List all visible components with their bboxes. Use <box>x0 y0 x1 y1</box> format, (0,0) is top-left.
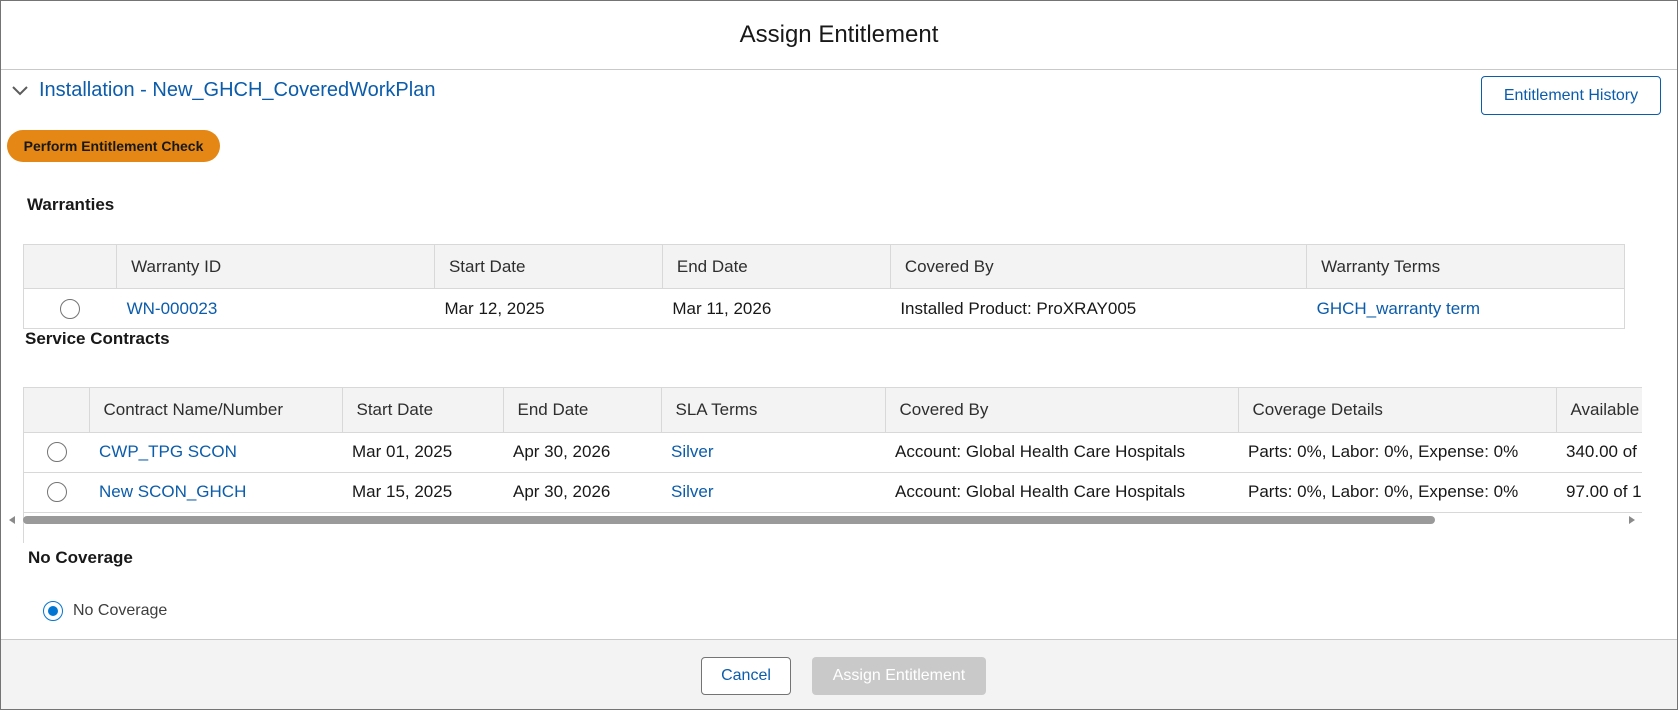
contract-radio[interactable] <box>46 482 67 503</box>
assign-entitlement-modal: Assign Entitlement Installation - New_GH… <box>0 0 1678 710</box>
entitlement-history-button[interactable]: Entitlement History <box>1481 76 1661 115</box>
column-header-end-date: End Date <box>503 388 662 433</box>
contract-coverage-details: Parts: 0%, Labor: 0%, Expense: 0% <box>1238 432 1556 473</box>
contract-available: 340.00 of <box>1556 432 1642 473</box>
sla-terms-link[interactable]: Silver <box>671 442 714 461</box>
contract-coverage-details: Parts: 0%, Labor: 0%, Expense: 0% <box>1238 472 1556 513</box>
installation-link[interactable]: Installation - New_GHCH_CoveredWorkPlan <box>39 79 435 102</box>
column-header-start-date: Start Date <box>434 244 663 289</box>
column-header-select <box>24 388 90 433</box>
contract-start-date: Mar 15, 2025 <box>342 472 503 513</box>
scroll-thumb[interactable] <box>23 516 1435 524</box>
assign-entitlement-button[interactable]: Assign Entitlement <box>812 657 986 695</box>
contract-covered-by: Account: Global Health Care Hospitals <box>885 432 1238 473</box>
table-row: New SCON_GHCH Mar 15, 2025 Apr 30, 2026 … <box>24 472 1642 513</box>
warranty-start-date: Mar 12, 2025 <box>434 288 663 329</box>
warranty-covered-by: Installed Product: ProXRAY005 <box>890 288 1307 329</box>
service-contracts-table: Contract Name/Number Start Date End Date… <box>24 388 1642 513</box>
warranties-table: Warranty ID Start Date End Date Covered … <box>23 244 1625 329</box>
warranty-end-date: Mar 11, 2026 <box>662 288 891 329</box>
no-coverage-label: No Coverage <box>73 602 168 619</box>
column-header-select <box>23 244 118 289</box>
scroll-right-arrow-icon[interactable] <box>1629 516 1635 524</box>
scroll-left-arrow-icon[interactable] <box>9 516 15 524</box>
column-header-start-date: Start Date <box>342 388 504 433</box>
warranty-terms-link[interactable]: GHCH_warranty term <box>1317 299 1480 318</box>
contract-end-date: Apr 30, 2026 <box>503 432 661 473</box>
installation-header: Installation - New_GHCH_CoveredWorkPlan <box>9 79 435 102</box>
chevron-down-icon[interactable] <box>9 80 31 102</box>
contract-name-link[interactable]: CWP_TPG SCON <box>99 442 237 461</box>
warranty-radio[interactable] <box>60 298 81 319</box>
no-coverage-option[interactable]: No Coverage <box>43 601 167 621</box>
column-header-warranty-id: Warranty ID <box>116 244 435 289</box>
cancel-button[interactable]: Cancel <box>701 657 791 695</box>
contract-radio[interactable] <box>46 442 67 463</box>
column-header-covered-by: Covered By <box>885 388 1239 433</box>
no-coverage-title: No Coverage <box>28 548 133 567</box>
service-contracts-title: Service Contracts <box>25 329 170 348</box>
column-header-contract-name: Contract Name/Number <box>89 388 343 433</box>
column-header-coverage-details: Coverage Details <box>1238 388 1557 433</box>
contract-name-link[interactable]: New SCON_GHCH <box>99 482 246 501</box>
column-header-covered-by: Covered By <box>890 244 1308 289</box>
service-contracts-header-row: Contract Name/Number Start Date End Date… <box>24 388 1642 433</box>
warranties-header-row: Warranty ID Start Date End Date Covered … <box>23 244 1625 289</box>
table-row: WN-000023 Mar 12, 2025 Mar 11, 2026 Inst… <box>23 288 1625 329</box>
perform-entitlement-check-button[interactable]: Perform Entitlement Check <box>7 130 220 162</box>
table-row: CWP_TPG SCON Mar 01, 2025 Apr 30, 2026 S… <box>24 432 1642 473</box>
warranty-id-link[interactable]: WN-000023 <box>127 299 218 318</box>
column-header-end-date: End Date <box>662 244 891 289</box>
modal-footer: Cancel Assign Entitlement <box>1 639 1677 709</box>
column-header-sla-terms: SLA Terms <box>661 388 886 433</box>
no-coverage-radio[interactable] <box>43 601 63 621</box>
column-header-available: Available <box>1556 388 1642 433</box>
contract-start-date: Mar 01, 2025 <box>342 432 503 473</box>
horizontal-scrollbar[interactable] <box>9 515 1635 527</box>
modal-body: Installation - New_GHCH_CoveredWorkPlan … <box>1 71 1677 639</box>
contract-available: 97.00 of 1 <box>1556 472 1642 513</box>
modal-title: Assign Entitlement <box>739 21 939 48</box>
modal-header: Assign Entitlement <box>1 1 1677 70</box>
sla-terms-link[interactable]: Silver <box>671 482 714 501</box>
contract-covered-by: Account: Global Health Care Hospitals <box>885 472 1238 513</box>
column-header-warranty-terms: Warranty Terms <box>1306 244 1625 289</box>
contract-end-date: Apr 30, 2026 <box>503 472 661 513</box>
warranties-title: Warranties <box>27 195 115 214</box>
